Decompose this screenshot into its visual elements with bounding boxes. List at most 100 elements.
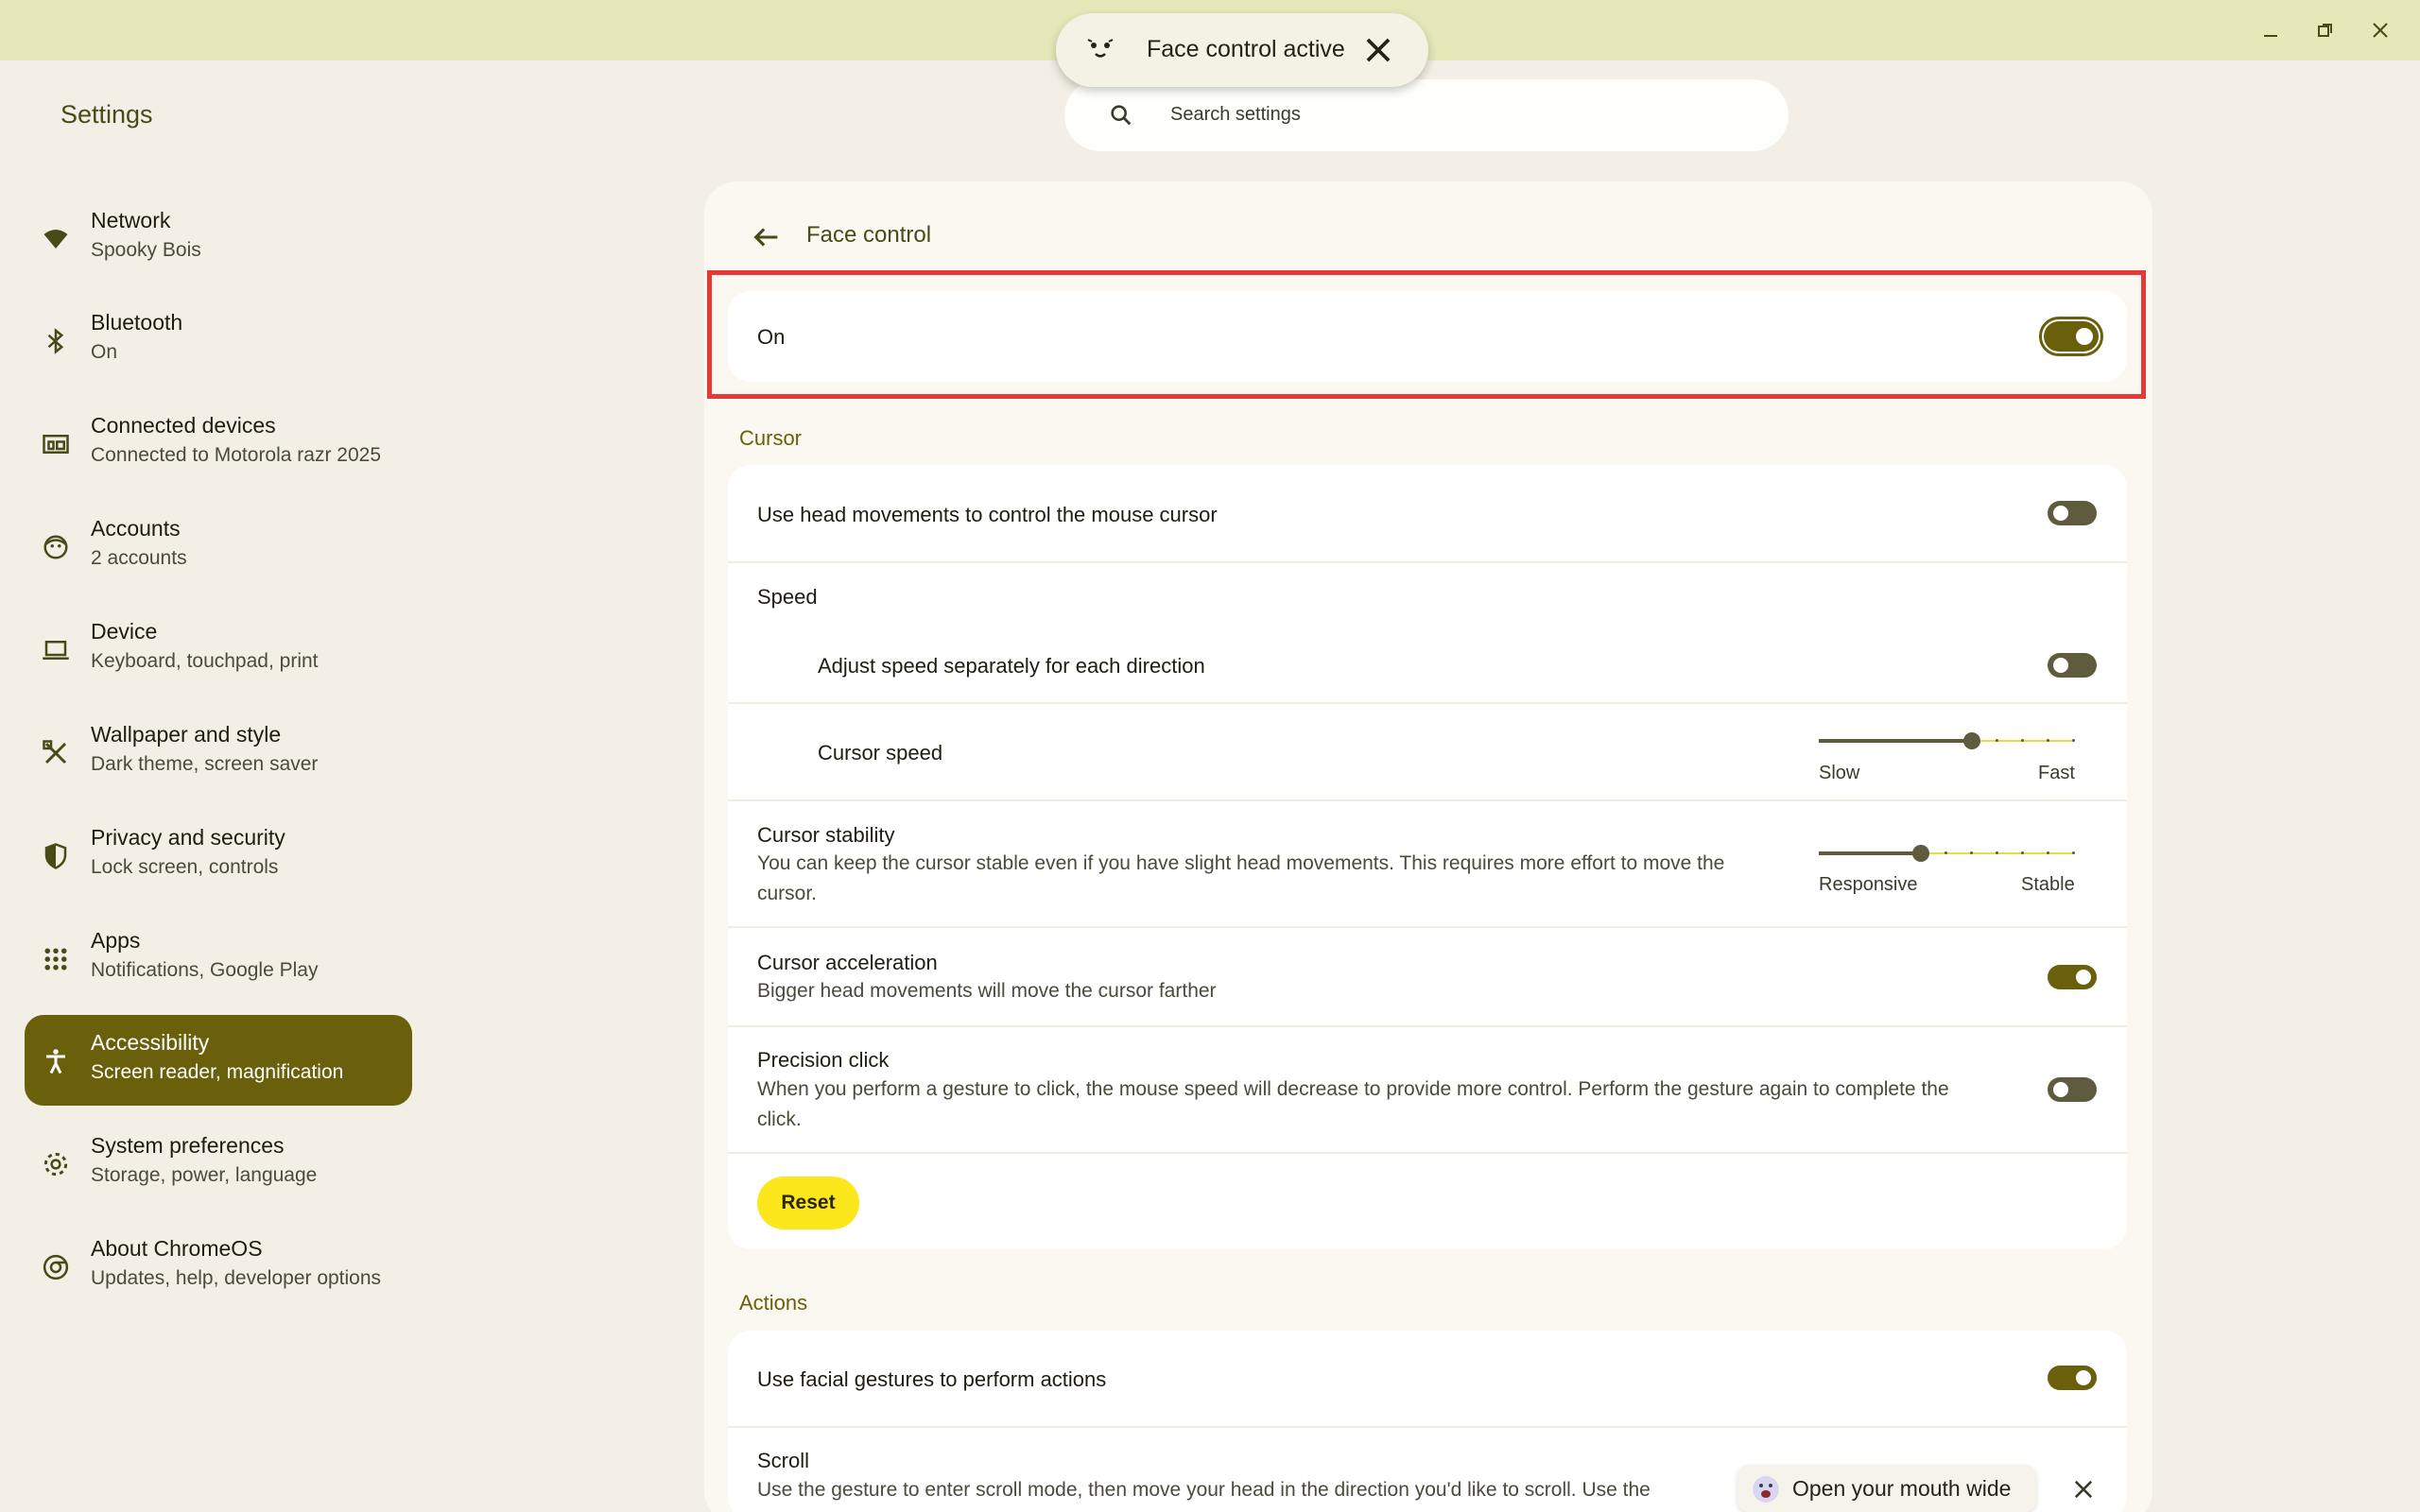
divider: [728, 561, 2127, 563]
sidebar-item-sub: Screen reader, magnification: [91, 1061, 344, 1083]
cursor-acceleration-toggle[interactable]: [2048, 965, 2097, 989]
sidebar-item-label: About ChromeOS: [91, 1236, 263, 1261]
restore-icon: [2318, 24, 2332, 37]
sidebar-item-device[interactable]: Device Keyboard, touchpad, print: [25, 604, 412, 695]
sidebar-item-connected-devices[interactable]: Connected devices Connected to Motorola …: [25, 398, 412, 489]
sidebar-item-label: Device: [91, 619, 158, 644]
bluetooth-icon: [47, 328, 64, 354]
sidebar-item-label: Connected devices: [91, 413, 276, 438]
sidebar-item-sub: Dark theme, screen saver: [91, 753, 319, 775]
gesture-chip-text: Open your mouth wide: [1792, 1476, 2012, 1501]
sidebar-item-apps[interactable]: Apps Notifications, Google Play: [25, 913, 412, 1004]
section-heading-actions: Actions: [739, 1291, 808, 1314]
slider-tick: [2021, 851, 2024, 854]
slider-tick: [2047, 851, 2049, 854]
cursor-acceleration-desc: Bigger head movements will move the curs…: [757, 980, 1217, 1002]
laptop-icon: [43, 641, 69, 660]
reset-button[interactable]: Reset: [757, 1177, 859, 1229]
cursor-speed-label: Cursor speed: [818, 741, 943, 765]
section-heading-cursor: Cursor: [739, 426, 803, 450]
speed-max-label: Fast: [2038, 763, 2075, 783]
sidebar-item-system-preferences[interactable]: System preferences Storage, power, langu…: [25, 1118, 412, 1209]
sidebar-item-sub: Lock screen, controls: [91, 856, 279, 878]
sidebar-item-network[interactable]: Network Spooky Bois: [25, 193, 412, 284]
slider-tick: [1945, 851, 1947, 854]
sidebar-item-sub: Notifications, Google Play: [91, 959, 319, 981]
sidebar-item-accounts[interactable]: Accounts 2 accounts: [25, 501, 412, 592]
slider-tick: [1970, 851, 1973, 854]
cursor-acceleration-label: Cursor acceleration: [757, 951, 938, 974]
cursor-stability-slider[interactable]: [1819, 839, 2075, 868]
gesture-chip-close-icon[interactable]: [2070, 1476, 2097, 1503]
sidebar-item-wallpaper[interactable]: Wallpaper and style Dark theme, screen s…: [25, 707, 412, 798]
precision-click-label: Precision click: [757, 1048, 890, 1072]
divider: [728, 1426, 2127, 1428]
sidebar-item-sub: Spooky Bois: [91, 239, 201, 261]
facial-gestures-toggle[interactable]: [2048, 1366, 2097, 1390]
gesture-chip[interactable]: Open your mouth wide: [1737, 1465, 2036, 1512]
slider-tick: [2072, 739, 2075, 742]
chromeos-icon: [43, 1254, 69, 1280]
sidebar-item-sub: On: [91, 341, 118, 363]
slider-tick: [2047, 739, 2049, 742]
precision-click-toggle[interactable]: [2048, 1077, 2097, 1102]
sidebar-item-about[interactable]: About ChromeOS Updates, help, developer …: [25, 1221, 412, 1312]
accessibility-icon: [46, 1049, 65, 1074]
open-mouth-emoji-icon: [1753, 1476, 1779, 1503]
sidebar-item-bluetooth[interactable]: Bluetooth On: [25, 295, 412, 386]
devices-icon: [43, 435, 69, 454]
sidebar-item-label: Accounts: [91, 516, 181, 541]
search-icon: [1111, 105, 1132, 126]
slider-tick: [1996, 739, 1998, 742]
highlight-box: [707, 270, 2146, 399]
slider-track-active: [1819, 739, 1972, 743]
stability-min-label: Responsive: [1819, 874, 1918, 895]
stability-max-label: Stable: [2021, 874, 2075, 895]
slider-thumb[interactable]: [1963, 732, 1980, 749]
search-placeholder: Search settings: [1170, 104, 1301, 125]
sidebar-item-sub: Updates, help, developer options: [91, 1267, 382, 1289]
facial-gestures-label: Use facial gestures to perform actions: [757, 1367, 1107, 1391]
head-movements-toggle[interactable]: [2048, 501, 2097, 525]
sidebar-item-label: Apps: [91, 928, 141, 953]
sidebar-item-sub: 2 accounts: [91, 547, 187, 569]
back-arrow-icon[interactable]: [751, 221, 783, 253]
sidebar-item-accessibility[interactable]: Accessibility Screen reader, magnificati…: [25, 1015, 412, 1106]
divider: [728, 1152, 2127, 1154]
slider-tick: [1996, 851, 1998, 854]
scroll-desc: Use the gesture to enter scroll mode, th…: [757, 1479, 1651, 1501]
account-icon: [43, 535, 68, 559]
divider: [728, 702, 2127, 704]
minimize-icon: [2264, 35, 2277, 37]
divider: [728, 926, 2127, 928]
sidebar-item-privacy[interactable]: Privacy and security Lock screen, contro…: [25, 810, 412, 901]
page-title: Face control: [806, 222, 932, 248]
adjust-speed-toggle[interactable]: [2048, 653, 2097, 678]
wifi-icon: [43, 230, 68, 249]
search-input[interactable]: Search settings: [1064, 79, 1789, 151]
sidebar-item-sub: Keyboard, touchpad, print: [91, 650, 319, 672]
cursor-stability-label: Cursor stability: [757, 823, 895, 847]
cursor-speed-slider[interactable]: [1819, 727, 2075, 755]
shield-icon: [44, 843, 67, 869]
apps-grid-icon: [44, 948, 67, 971]
divider: [728, 799, 2127, 801]
scroll-label: Scroll: [757, 1449, 810, 1472]
toast-close-icon[interactable]: [1360, 32, 1396, 68]
app-title: Settings: [60, 100, 153, 129]
sidebar-item-label: Accessibility: [91, 1030, 210, 1055]
face-control-icon: [1087, 39, 1114, 58]
sidebar-item-sub: Connected to Motorola razr 2025: [91, 444, 382, 466]
sidebar-item-sub: Storage, power, language: [91, 1164, 318, 1186]
close-window-button[interactable]: [2363, 13, 2397, 47]
sidebar-item-label: Privacy and security: [91, 825, 285, 850]
speed-heading: Speed: [757, 585, 818, 609]
adjust-speed-label: Adjust speed separately for each directi…: [818, 654, 1205, 678]
precision-click-desc: When you perform a gesture to click, the…: [757, 1078, 1949, 1130]
slider-thumb[interactable]: [1912, 845, 1929, 862]
slider-track-active: [1819, 851, 1921, 855]
minimize-button[interactable]: [2254, 13, 2288, 47]
divider: [728, 1025, 2127, 1027]
restore-button[interactable]: [2308, 13, 2342, 47]
face-control-toast: Face control active: [1056, 13, 1428, 87]
